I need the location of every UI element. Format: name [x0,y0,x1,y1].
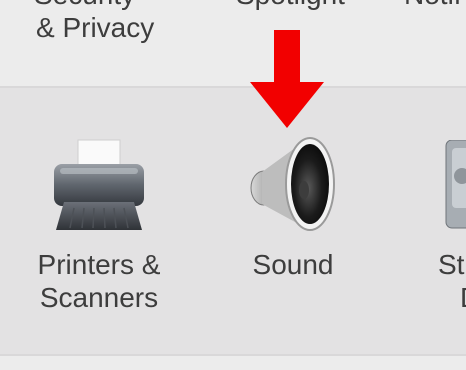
next-row [0,354,466,370]
security-privacy-label-top: Security [34,0,135,11]
spotlight-label[interactable]: Spotlight [236,0,345,11]
printers-scanners-label-1[interactable]: Printers & [24,248,174,281]
printers-scanners-icon[interactable] [50,138,148,239]
startup-disk-label-1[interactable]: St [438,248,464,281]
previous-row: Security & Privacy Spotlight Notif [0,0,466,86]
printers-scanners-label-2[interactable]: Scanners [24,281,174,314]
sound-label[interactable]: Sound [218,248,368,281]
speaker-icon[interactable] [244,132,340,237]
startup-disk-icon[interactable] [444,139,466,235]
notifications-label[interactable]: Notif [404,0,462,11]
security-privacy-label[interactable]: & Privacy [36,11,154,44]
startup-disk-label-2[interactable]: D [460,281,466,314]
red-down-arrow-icon [250,30,324,133]
